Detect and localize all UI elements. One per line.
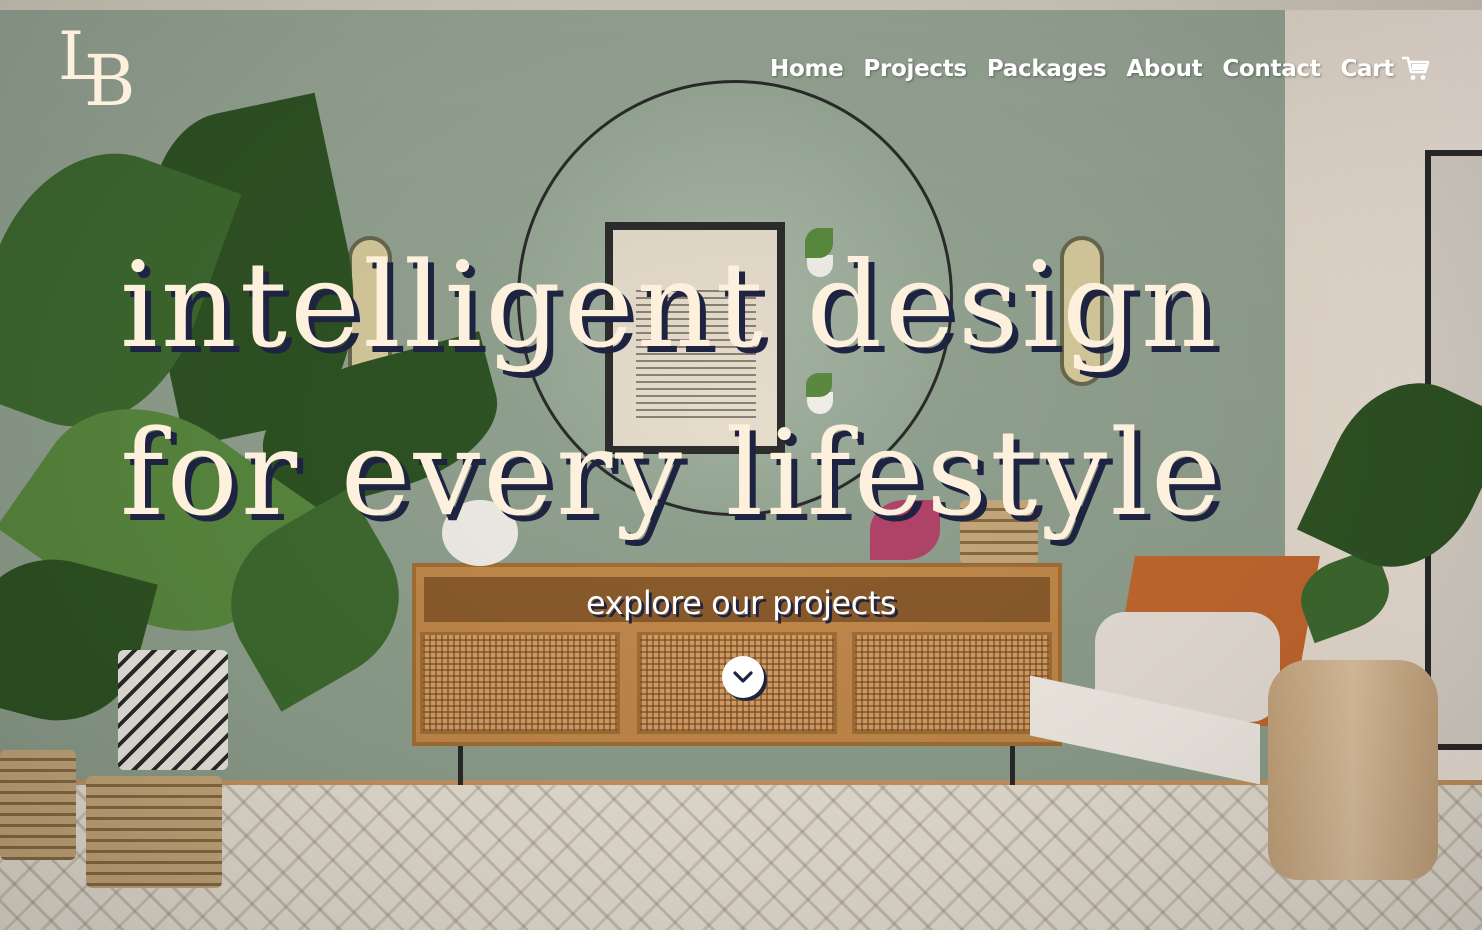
logo-letter-b: B — [84, 40, 136, 122]
chevron-down-icon — [733, 671, 753, 683]
nav-about[interactable]: About — [1126, 56, 1202, 82]
cart-label: Cart — [1340, 56, 1394, 82]
hero-heading-line-2: for every lifestyle — [120, 404, 1224, 542]
nav-cart[interactable]: Cart — [1340, 56, 1430, 82]
nav-packages[interactable]: Packages — [987, 56, 1107, 82]
lb-monogram-logo[interactable]: L B — [58, 24, 148, 122]
nav-home[interactable]: Home — [770, 56, 844, 82]
scroll-down-button[interactable] — [722, 656, 764, 698]
explore-projects-link[interactable]: explore our projects — [0, 584, 1482, 622]
nav-contact[interactable]: Contact — [1222, 56, 1320, 82]
shopping-cart-icon — [1402, 56, 1430, 80]
nav-projects[interactable]: Projects — [863, 56, 967, 82]
page: L B Home Projects Packages About Contact… — [0, 0, 1482, 930]
main-nav: Home Projects Packages About Contact Car… — [770, 56, 1430, 82]
hero-heading-line-1: intelligent design — [120, 236, 1220, 374]
